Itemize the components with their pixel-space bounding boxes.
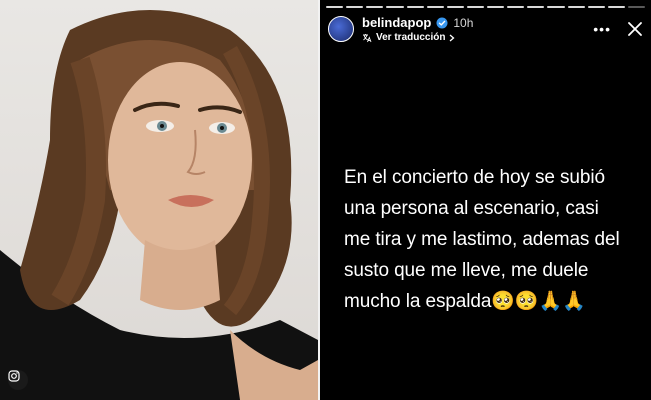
translate-label[interactable]: Ver traducción bbox=[376, 32, 445, 43]
progress-segment bbox=[527, 6, 545, 8]
story-meta: belindapop 10h Ver traducción bbox=[362, 15, 473, 43]
progress-segment bbox=[386, 6, 404, 8]
portrait-photo bbox=[0, 0, 318, 400]
story-caption: En el concierto de hoy se subió una pers… bbox=[344, 162, 644, 317]
portrait-illustration bbox=[0, 10, 318, 400]
translate-link[interactable]: Ver traducción bbox=[362, 32, 473, 43]
progress-segment bbox=[426, 6, 444, 8]
progress-segment bbox=[507, 6, 525, 8]
progress-segment bbox=[406, 6, 424, 8]
chevron-right-icon bbox=[450, 34, 455, 41]
verified-badge-icon bbox=[436, 17, 448, 28]
caption-line: En el concierto de hoy se subió bbox=[344, 167, 605, 188]
caption-line: una persona al escenario, casi bbox=[344, 198, 599, 219]
story-progress-bar bbox=[326, 6, 645, 8]
progress-segment bbox=[607, 6, 625, 8]
progress-segment bbox=[567, 6, 585, 8]
progress-segment bbox=[446, 6, 464, 8]
progress-segment bbox=[627, 6, 645, 8]
instagram-icon bbox=[8, 370, 28, 390]
progress-segment bbox=[366, 6, 384, 8]
progress-segment bbox=[466, 6, 484, 8]
progress-segment bbox=[487, 6, 505, 8]
progress-segment bbox=[547, 6, 565, 8]
more-options-button[interactable]: ••• bbox=[593, 22, 611, 36]
caption-line: susto que me lleve, me duele bbox=[344, 260, 589, 281]
avatar[interactable] bbox=[328, 16, 354, 42]
caption-line: me tira y me lastimo, ademas del bbox=[344, 229, 620, 250]
progress-segment bbox=[587, 6, 605, 8]
translate-icon bbox=[363, 33, 372, 42]
progress-segment bbox=[326, 6, 344, 8]
post-time: 10h bbox=[453, 15, 474, 30]
username[interactable]: belindapop bbox=[362, 15, 431, 30]
close-icon[interactable] bbox=[627, 21, 643, 37]
story-header: belindapop 10h Ver traducción ••• bbox=[328, 14, 643, 44]
instagram-story: belindapop 10h Ver traducción ••• En el … bbox=[320, 0, 651, 400]
progress-segment bbox=[346, 6, 364, 8]
caption-line: mucho la espalda🥺🥺🙏🙏 bbox=[344, 291, 586, 312]
